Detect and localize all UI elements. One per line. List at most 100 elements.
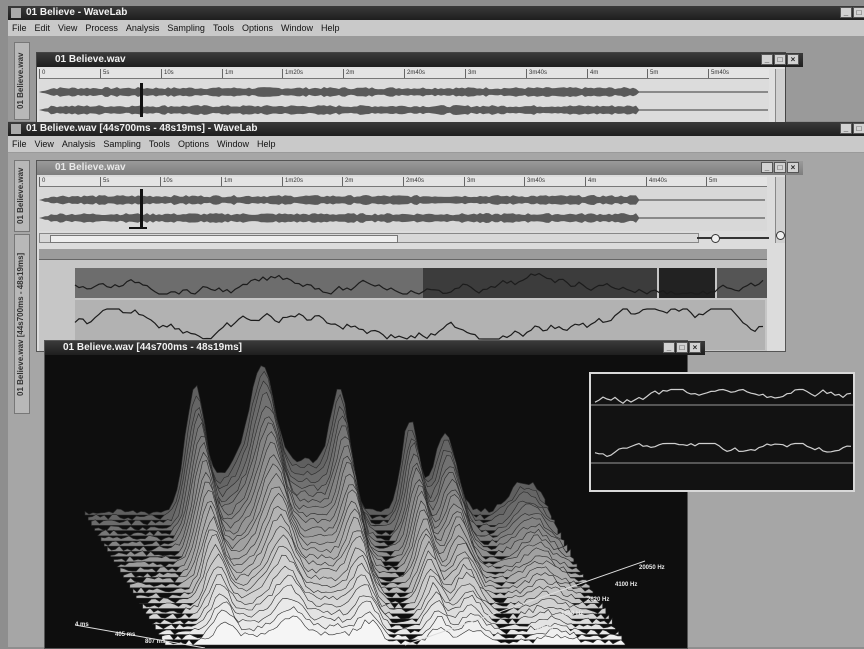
overview-maximize-button[interactable]: □ (774, 162, 786, 173)
second-minimize-button[interactable]: _ (840, 123, 852, 134)
maximize-button[interactable]: □ (853, 7, 864, 18)
app-icon-2 (11, 124, 21, 134)
main-window-controls: _ □ × (840, 7, 864, 18)
top-doc-window: 01 Believe.wav _ □ × 0 5s 10s 1m 1m20s 2m 2m40… (36, 52, 803, 124)
menu2-analysis[interactable]: Analysis (58, 139, 100, 149)
doc-tab-top-label: 01 Believe.wav (16, 52, 25, 110)
second-maximize-button[interactable]: □ (853, 123, 864, 134)
freq-label-1640: 1640 Hz (561, 611, 584, 617)
top-ruler-tick: 3m40s (526, 69, 547, 78)
time-ruler-overview[interactable]: 0 5s 10s 1m 1m20s 2m 2m40s 3m 3m40s 4m 4m40s 5m (39, 177, 767, 187)
app-icon (11, 8, 21, 18)
zoom-slider-knob[interactable] (711, 234, 720, 243)
freq-label-2620: 2620 Hz (587, 597, 610, 603)
overview-ruler-tick: 4m (585, 177, 596, 186)
top-doc-minimize-button[interactable]: _ (761, 54, 773, 65)
menu-analysis[interactable]: Analysis (122, 23, 164, 33)
top-doc-title-bar[interactable]: 01 Believe.wav _ □ × (37, 53, 803, 67)
menu-process[interactable]: Process (81, 23, 122, 33)
overview-ruler-tick: 2m (342, 177, 353, 186)
main-title-bar[interactable]: 01 Believe - WaveLab _ □ × (8, 6, 864, 20)
top-doc-controls: _ □ × (761, 54, 799, 65)
top-ruler-tick: 3m (465, 69, 476, 78)
overview-ruler-tick: 3m (464, 177, 475, 186)
menu-help[interactable]: Help (317, 23, 344, 33)
detail-wave-panel[interactable] (589, 372, 855, 492)
overview-doc-controls: _ □ × (761, 162, 799, 173)
second-title-bar[interactable]: 01 Believe.wav [44s700ms - 48s19ms] - Wa… (8, 122, 864, 136)
menu-view[interactable]: View (54, 23, 81, 33)
minimize-button[interactable]: _ (840, 7, 852, 18)
overview-doc-window: 01 Believe.wav _ □ × 0 5s 10s 1m 1m20s 2m 2m40… (36, 160, 803, 352)
menu2-window[interactable]: Window (213, 139, 253, 149)
menu-window[interactable]: Window (277, 23, 317, 33)
zoom-ruler[interactable] (39, 249, 767, 260)
time-label-807ms: 807 ms (145, 639, 166, 645)
overview-ruler-tick: 1m20s (282, 177, 303, 186)
top-ruler-tick: 10s (161, 69, 174, 78)
overview-ruler-tick: 10s (160, 177, 173, 186)
top-doc-close-button[interactable]: × (787, 54, 799, 65)
top-ruler-tick: 5m (647, 69, 658, 78)
top-doc-vertical-scrollbar[interactable] (775, 69, 785, 123)
main-window-title: 01 Believe - WaveLab (26, 7, 128, 18)
top-ruler-tick: 5m40s (708, 69, 729, 78)
doc-tab-selection-label: 01 Believe.wav [44s700ms - 48s19ms] (16, 252, 25, 396)
freq-label-4100: 4100 Hz (615, 582, 638, 588)
playback-cursor[interactable] (140, 83, 143, 117)
vertical-zoom-knob[interactable] (776, 231, 785, 240)
menu-options[interactable]: Options (238, 23, 277, 33)
menu2-help[interactable]: Help (253, 139, 280, 149)
top-ruler-tick: 0 (39, 69, 45, 78)
menu2-tools[interactable]: Tools (145, 139, 174, 149)
top-ruler-tick: 2m (343, 69, 354, 78)
second-window-controls: _ □ × (840, 123, 864, 134)
overview-scroll-thumb[interactable] (50, 235, 398, 243)
analysis-minimize-button[interactable]: _ (663, 342, 675, 353)
doc-tab-top[interactable]: 01 Believe.wav (14, 42, 30, 120)
time-label-4ms: 4 ms (75, 622, 89, 628)
menu-tools[interactable]: Tools (209, 23, 238, 33)
overview-doc-title: 01 Believe.wav (55, 162, 126, 173)
top-ruler-tick: 4m (587, 69, 598, 78)
menu-file[interactable]: File (8, 23, 31, 33)
second-window-title: 01 Believe.wav [44s700ms - 48s19ms] - Wa… (26, 123, 258, 134)
detail-wave-display (591, 388, 853, 464)
time-label-405ms: 405 ms (115, 632, 136, 638)
menu-sampling[interactable]: Sampling (163, 23, 209, 33)
overview-vertical-scrollbar[interactable] (775, 177, 785, 243)
overview-horizontal-scrollbar[interactable] (39, 233, 699, 243)
zoom-slider[interactable] (697, 234, 769, 243)
menu2-sampling[interactable]: Sampling (99, 139, 145, 149)
menu-edit[interactable]: Edit (31, 23, 55, 33)
overview-ruler-tick: 4m40s (646, 177, 667, 186)
time-ruler-top[interactable]: 0 5s 10s 1m 1m20s 2m 2m40s 3m 3m40s 4m 5m 5m40s (39, 69, 769, 79)
menu2-view[interactable]: View (31, 139, 58, 149)
doc-tab-selection[interactable]: 01 Believe.wav [44s700ms - 48s19ms] (14, 234, 30, 414)
top-ruler-tick: 5s (100, 69, 109, 78)
selection-cursor[interactable] (140, 189, 143, 227)
analysis-title-bar[interactable]: 01 Believe.wav [44s700ms - 48s19ms] _ □ … (45, 341, 705, 355)
overview-ruler-tick: 1m (221, 177, 232, 186)
overview-doc-title-bar[interactable]: 01 Believe.wav _ □ × (37, 161, 803, 175)
selection-marker[interactable] (129, 227, 147, 229)
analysis-close-button[interactable]: × (689, 342, 701, 353)
top-waveform[interactable] (39, 79, 769, 123)
top-doc-maximize-button[interactable]: □ (774, 54, 786, 65)
analysis-maximize-button[interactable]: □ (676, 342, 688, 353)
doc-tab-overview[interactable]: 01 Believe.wav (14, 160, 30, 232)
overview-close-button[interactable]: × (787, 162, 799, 173)
menu2-options[interactable]: Options (174, 139, 213, 149)
overview-waveform[interactable] (39, 187, 767, 231)
top-ruler-tick: 2m40s (404, 69, 425, 78)
zoomed-waveform[interactable] (39, 260, 767, 351)
overview-ruler-tick: 0 (39, 177, 45, 186)
doc-tab-overview-label: 01 Believe.wav (16, 167, 25, 225)
menu2-file[interactable]: File (8, 139, 31, 149)
analysis-window-controls: _ □ × (663, 342, 701, 353)
freq-label-20050: 20050 Hz (639, 565, 665, 571)
overview-minimize-button[interactable]: _ (761, 162, 773, 173)
main-menubar: File Edit View Process Analysis Sampling Tools… (8, 20, 864, 37)
overview-ruler-tick: 2m40s (403, 177, 424, 186)
top-ruler-tick: 1m (222, 69, 233, 78)
